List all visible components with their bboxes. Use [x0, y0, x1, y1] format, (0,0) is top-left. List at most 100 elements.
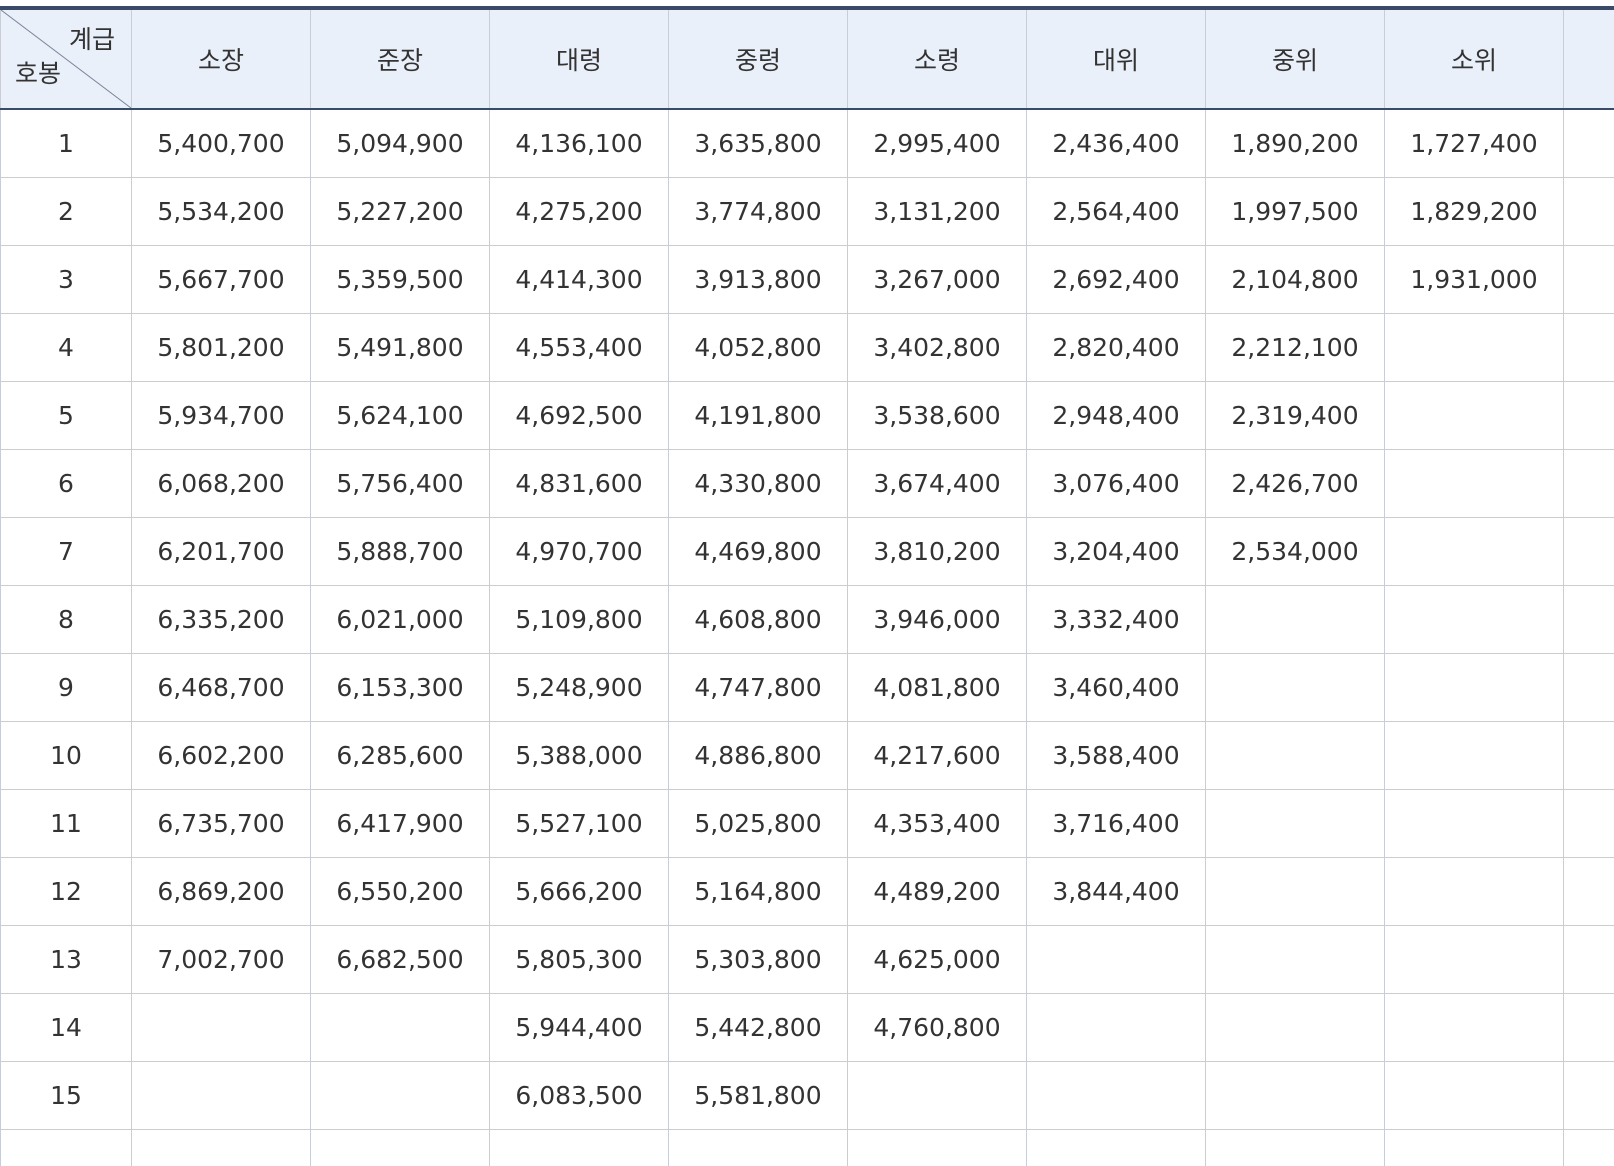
pay-cell: 6,550,200 — [310, 857, 490, 926]
pay-cell: 5,303,800 — [668, 925, 848, 994]
pay-cell — [310, 1061, 490, 1130]
pay-cell: 3,774,800 — [668, 177, 848, 246]
pay-cell: 7,002,700 — [131, 925, 311, 994]
pay-cell: 3,810,200 — [847, 517, 1027, 586]
step-cell: 11 — [0, 789, 132, 858]
pay-cell — [1384, 381, 1564, 450]
table-row: 7 6,201,700 5,888,700 4,970,700 4,469,800 3,8… — [0, 517, 1614, 586]
pay-cell: 4,692,500 — [489, 381, 669, 450]
step-cell: 5 — [0, 381, 132, 450]
table-row: 1 5,400,700 5,094,900 4,136,100 3,635,800 2,9… — [0, 109, 1614, 178]
pay-cell-extra — [1563, 857, 1614, 926]
pay-scale-table: 계급 호봉 소장 준장 대령 중령 소령 대위 중위 소위 1 5,400,700… — [0, 6, 1614, 1166]
pay-cell — [1384, 789, 1564, 858]
pay-cell — [1384, 925, 1564, 994]
pay-cell: 4,275,200 — [489, 177, 669, 246]
pay-cell: 5,094,900 — [310, 109, 490, 178]
pay-cell: 2,212,100 — [1205, 313, 1385, 382]
column-header: 소위 — [1384, 6, 1564, 110]
table-row: 15 6,083,500 5,581,800 — [0, 1061, 1614, 1130]
pay-cell-extra — [1563, 313, 1614, 382]
pay-cell: 3,076,400 — [1026, 449, 1206, 518]
pay-cell: 5,666,200 — [489, 857, 669, 926]
column-header: 중령 — [668, 6, 848, 110]
step-cell: 4 — [0, 313, 132, 382]
table-row: 10 6,602,200 6,285,600 5,388,000 4,886,800 4,… — [0, 721, 1614, 790]
pay-cell: 2,426,700 — [1205, 449, 1385, 518]
pay-cell: 6,682,500 — [310, 925, 490, 994]
pay-cell: 5,934,700 — [131, 381, 311, 450]
column-header: 대령 — [489, 6, 669, 110]
pay-cell: 3,588,400 — [1026, 721, 1206, 790]
pay-cell: 5,164,800 — [668, 857, 848, 926]
pay-cell — [1384, 653, 1564, 722]
pay-cell: 6,602,200 — [131, 721, 311, 790]
pay-cell — [1205, 1129, 1385, 1166]
pay-cell — [1205, 721, 1385, 790]
table-row: 12 6,869,200 6,550,200 5,666,200 5,164,800 4,… — [0, 857, 1614, 926]
pay-cell: 4,608,800 — [668, 585, 848, 654]
pay-cell: 3,716,400 — [1026, 789, 1206, 858]
pay-cell — [131, 1129, 311, 1166]
pay-cell: 3,844,400 — [1026, 857, 1206, 926]
column-header: 준장 — [310, 6, 490, 110]
pay-cell — [1384, 313, 1564, 382]
pay-cell: 4,970,700 — [489, 517, 669, 586]
pay-cell: 5,888,700 — [310, 517, 490, 586]
pay-cell — [131, 1061, 311, 1130]
pay-cell: 2,319,400 — [1205, 381, 1385, 450]
column-header: 소장 — [131, 6, 311, 110]
pay-cell: 1,890,200 — [1205, 109, 1385, 178]
pay-cell: 5,442,800 — [668, 993, 848, 1062]
table-row — [0, 1129, 1614, 1166]
column-header: 중위 — [1205, 6, 1385, 110]
table-body: 1 5,400,700 5,094,900 4,136,100 3,635,800 2,9… — [0, 109, 1614, 1166]
pay-cell: 4,553,400 — [489, 313, 669, 382]
pay-cell: 6,735,700 — [131, 789, 311, 858]
pay-cell: 5,388,000 — [489, 721, 669, 790]
pay-cell: 5,944,400 — [489, 993, 669, 1062]
column-header: 대위 — [1026, 6, 1206, 110]
pay-table-page: 계급 호봉 소장 준장 대령 중령 소령 대위 중위 소위 1 5,400,700… — [0, 0, 1614, 1166]
pay-cell-extra — [1563, 177, 1614, 246]
corner-label-rank: 계급 — [68, 25, 115, 54]
pay-cell: 5,248,900 — [489, 653, 669, 722]
step-cell: 6 — [0, 449, 132, 518]
pay-cell: 1,727,400 — [1384, 109, 1564, 178]
pay-cell: 6,468,700 — [131, 653, 311, 722]
pay-cell: 2,104,800 — [1205, 245, 1385, 314]
pay-cell — [1384, 993, 1564, 1062]
pay-cell: 4,330,800 — [668, 449, 848, 518]
table-row: 8 6,335,200 6,021,000 5,109,800 4,608,800 3,9… — [0, 585, 1614, 654]
step-cell: 14 — [0, 993, 132, 1062]
step-cell: 8 — [0, 585, 132, 654]
pay-cell: 5,667,700 — [131, 245, 311, 314]
pay-cell — [1205, 653, 1385, 722]
pay-cell — [1384, 857, 1564, 926]
pay-cell: 4,831,600 — [489, 449, 669, 518]
pay-cell — [668, 1129, 848, 1166]
corner-header-cell: 계급 호봉 — [0, 6, 132, 110]
pay-cell — [1384, 721, 1564, 790]
step-cell: 3 — [0, 245, 132, 314]
pay-cell: 6,335,200 — [131, 585, 311, 654]
pay-cell — [489, 1129, 669, 1166]
pay-cell: 2,995,400 — [847, 109, 1027, 178]
table-row: 11 6,735,700 6,417,900 5,527,100 5,025,800 4,… — [0, 789, 1614, 858]
pay-cell: 4,414,300 — [489, 245, 669, 314]
table-row: 3 5,667,700 5,359,500 4,414,300 3,913,800 3,2… — [0, 245, 1614, 314]
table-row: 5 5,934,700 5,624,100 4,692,500 4,191,800 3,5… — [0, 381, 1614, 450]
pay-cell-extra — [1563, 449, 1614, 518]
pay-cell — [1026, 1129, 1206, 1166]
pay-cell: 4,191,800 — [668, 381, 848, 450]
pay-cell — [1205, 1061, 1385, 1130]
pay-cell-extra — [1563, 109, 1614, 178]
pay-cell: 4,625,000 — [847, 925, 1027, 994]
step-cell: 1 — [0, 109, 132, 178]
header-row: 계급 호봉 소장 준장 대령 중령 소령 대위 중위 소위 — [0, 6, 1614, 110]
pay-cell: 4,136,100 — [489, 109, 669, 178]
pay-cell: 4,081,800 — [847, 653, 1027, 722]
pay-cell: 5,491,800 — [310, 313, 490, 382]
pay-cell: 1,931,000 — [1384, 245, 1564, 314]
pay-cell: 3,204,400 — [1026, 517, 1206, 586]
